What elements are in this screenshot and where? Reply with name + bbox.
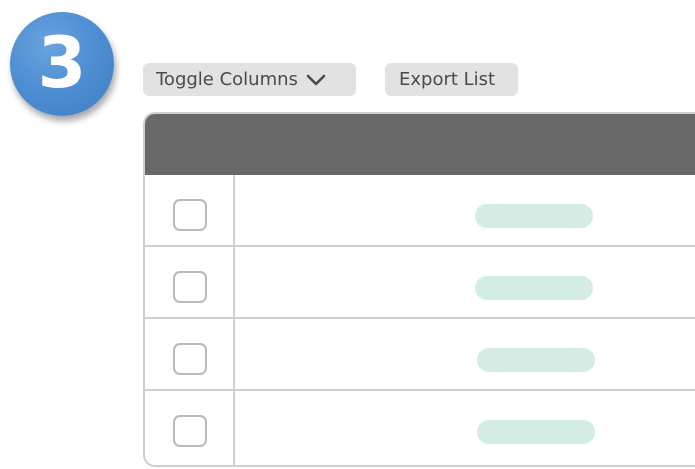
export-list-label: Export List: [399, 69, 496, 90]
row-checkbox[interactable]: [173, 199, 207, 231]
export-list-button[interactable]: Export List: [385, 63, 518, 96]
chevron-down-icon: [306, 74, 326, 86]
row-checkbox[interactable]: [173, 343, 207, 375]
step-number: 3: [37, 22, 87, 104]
row-content-placeholder: [477, 348, 595, 372]
table-row: [145, 319, 695, 391]
table-row: [145, 175, 695, 247]
table-row: [145, 247, 695, 319]
table-row: [145, 391, 695, 463]
row-content-placeholder: [475, 204, 593, 228]
toggle-columns-label: Toggle Columns: [156, 69, 298, 90]
table-header: [145, 114, 695, 175]
data-table: [143, 112, 695, 467]
toggle-columns-button[interactable]: Toggle Columns: [143, 63, 356, 96]
row-content-placeholder: [475, 276, 593, 300]
row-checkbox[interactable]: [173, 271, 207, 303]
step-number-badge: 3: [10, 12, 114, 116]
row-checkbox[interactable]: [173, 415, 207, 447]
row-content-placeholder: [477, 420, 595, 444]
